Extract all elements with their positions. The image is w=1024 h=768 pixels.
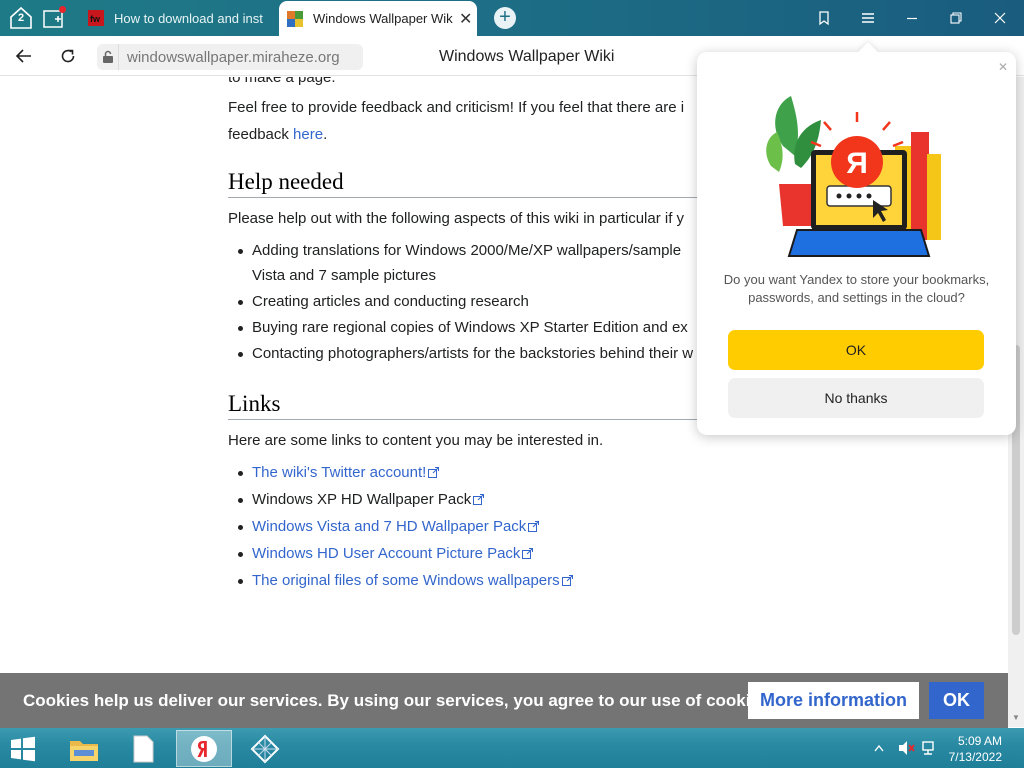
reload-icon <box>61 49 75 63</box>
collections-icon <box>819 11 829 26</box>
diamond-grid-icon <box>250 734 280 763</box>
feedback-text-2: feedback <box>228 126 294 143</box>
links-list: The wiki's Twitter account! Windows XP H… <box>238 460 1008 595</box>
cut-off-text: to make a page. <box>228 77 336 86</box>
help-item-text-continued: Vista and 7 sample pictures <box>252 267 436 284</box>
volume-muted-icon <box>899 741 915 755</box>
windows-logo-icon <box>11 736 35 762</box>
notification-dot <box>59 6 66 13</box>
tab-title: How to download and inst <box>114 10 263 26</box>
yandex-browser-icon <box>191 735 217 762</box>
add-tab-button[interactable]: + <box>494 7 516 29</box>
volume-button[interactable] <box>897 728 915 768</box>
list-item: Windows Vista and 7 HD Wallpaper Pack <box>238 514 1008 540</box>
windows-taskbar: 5:09 AM 7/13/2022 <box>0 728 1024 768</box>
sync-ok-button[interactable]: OK <box>728 330 984 370</box>
tab-strip: 2 fw How to download and inst Windows Wa… <box>0 0 1024 36</box>
external-link-icon <box>561 575 573 586</box>
list-item: The wiki's Twitter account! <box>238 460 1008 486</box>
back-button[interactable] <box>12 44 36 68</box>
taskbar-app[interactable] <box>237 730 293 767</box>
restore-button[interactable] <box>934 0 978 36</box>
xp-wallpaper-pack-link[interactable]: Windows XP HD Wallpaper Pack <box>252 491 471 508</box>
chevron-up-icon <box>874 744 884 752</box>
url-field[interactable]: windowswallpaper.miraheze.org <box>97 44 363 70</box>
twitter-link[interactable]: The wiki's Twitter account! <box>252 464 426 481</box>
help-item-text: Creating articles and conducting researc… <box>252 293 529 310</box>
feedback-end: . <box>323 126 328 143</box>
taskbar-notepad[interactable] <box>115 730 171 767</box>
list-item: The original files of some Windows wallp… <box>238 568 1008 594</box>
reload-button[interactable] <box>56 44 80 68</box>
new-tab-group-button[interactable] <box>42 6 66 30</box>
hamburger-menu-icon <box>862 13 874 23</box>
network-button[interactable] <box>921 728 939 768</box>
scroll-down-arrow-icon[interactable]: ▼ <box>1012 713 1020 722</box>
original-files-link[interactable]: The original files of some Windows wallp… <box>252 572 560 589</box>
close-popup-icon[interactable]: ✕ <box>998 60 1008 74</box>
minimize-icon <box>907 17 917 20</box>
back-arrow-icon <box>15 49 31 63</box>
help-item-text: Buying rare regional copies of Windows X… <box>252 319 688 336</box>
tab-windows-wallpaper-wiki[interactable]: Windows Wallpaper Wiki ✕ <box>279 1 477 36</box>
system-clock[interactable]: 5:09 AM 7/13/2022 <box>949 733 1002 765</box>
user-account-picture-pack-link[interactable]: Windows HD User Account Picture Pack <box>252 545 520 562</box>
close-icon <box>994 12 1006 24</box>
sync-question: Do you want Yandex to store your bookmar… <box>723 272 990 305</box>
tab-download-guide[interactable]: fw How to download and inst <box>80 4 276 32</box>
feedback-text: Feel free to provide feedback and critic… <box>228 99 685 116</box>
network-icon <box>922 741 934 755</box>
taskbar-yandex-browser[interactable] <box>176 730 232 767</box>
vista-7-wallpaper-pack-link[interactable]: Windows Vista and 7 HD Wallpaper Pack <box>252 518 526 535</box>
browser-menu-button[interactable] <box>846 0 890 36</box>
external-link-icon <box>473 494 485 505</box>
list-item: Windows XP HD Wallpaper Pack <box>238 487 1008 513</box>
yandex-logo-letter: Я <box>846 147 868 180</box>
svg-text:fw: fw <box>90 14 101 24</box>
taskbar-file-explorer[interactable] <box>56 730 112 767</box>
yandex-sync-popup: ✕ Я Do you want Yandex to store your boo… <box>697 42 1016 435</box>
clock-date: 7/13/2022 <box>948 750 1002 764</box>
bookmarks-collections-button[interactable] <box>802 0 846 36</box>
restore-icon <box>950 12 962 24</box>
feedback-here-link[interactable]: here <box>293 126 323 143</box>
lock-icon <box>102 50 113 63</box>
external-link-icon <box>522 548 534 559</box>
show-hidden-icons-button[interactable] <box>874 728 884 768</box>
tab-count: 2 <box>17 12 25 24</box>
cookie-message: Cookies help us deliver our services. By… <box>23 691 775 710</box>
close-window-button[interactable] <box>978 0 1022 36</box>
minimize-button[interactable] <box>890 0 934 36</box>
tab-title: Windows Wallpaper Wiki <box>313 11 453 26</box>
cloud-sync-illustration: Я <box>766 96 941 257</box>
close-tab-icon[interactable]: ✕ <box>459 9 472 29</box>
connection-info-button[interactable] <box>97 44 119 70</box>
wiki-favicon-icon <box>287 10 303 27</box>
page-title: Windows Wallpaper Wiki <box>439 48 615 65</box>
cookie-ok-button[interactable]: OK <box>929 682 984 719</box>
sync-no-thanks-button[interactable]: No thanks <box>728 378 984 418</box>
external-link-icon <box>528 521 540 532</box>
help-item-text: Adding translations for Windows 2000/Me/… <box>252 242 682 259</box>
cookie-banner: Cookies help us deliver our services. By… <box>0 673 1008 728</box>
tab-counter-button[interactable]: 2 <box>8 6 34 30</box>
help-item-text: Contacting photographers/artists for the… <box>252 345 694 362</box>
folder-icon <box>70 740 98 761</box>
list-item: Windows HD User Account Picture Pack <box>238 541 1008 567</box>
start-button[interactable] <box>8 736 38 762</box>
site-favicon-red-icon: fw <box>88 10 104 26</box>
external-link-icon <box>428 467 440 478</box>
url-text: windowswallpaper.miraheze.org <box>127 48 340 66</box>
clock-time: 5:09 AM <box>957 734 1002 748</box>
document-icon <box>133 735 154 762</box>
more-information-button[interactable]: More information <box>748 682 919 719</box>
